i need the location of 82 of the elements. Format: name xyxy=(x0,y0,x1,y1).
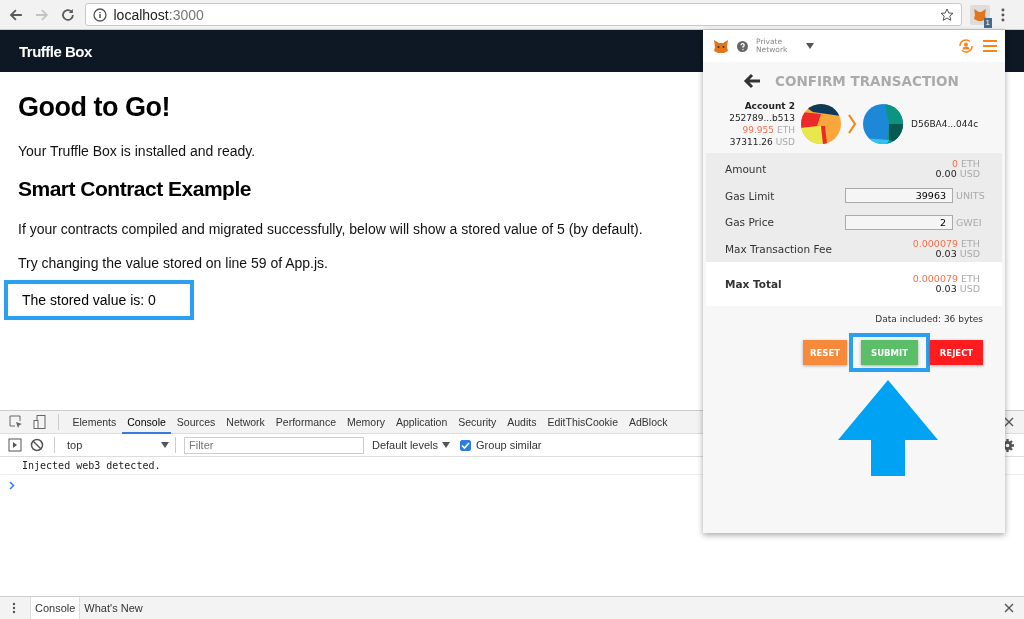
devtools-tab[interactable]: Security xyxy=(452,410,502,434)
checkbox[interactable] xyxy=(460,439,472,451)
chevron-icon xyxy=(847,113,857,134)
unit-label: ETH xyxy=(961,158,980,170)
close-icon[interactable] xyxy=(1004,417,1014,427)
stored-value-text: The stored value is: 0 xyxy=(4,280,194,320)
close-icon[interactable] xyxy=(1004,603,1014,613)
unit-label: GWEI xyxy=(956,216,980,228)
drawer-tab[interactable]: What's New xyxy=(80,597,147,619)
unit-label: ETH xyxy=(961,237,980,249)
devtools-tab[interactable]: Application xyxy=(390,410,453,434)
devtools-tab[interactable]: Performance xyxy=(270,410,342,434)
field-label: Max Total xyxy=(725,278,782,290)
paragraph: Try changing the value stored on line 59 of App.js. xyxy=(18,254,328,272)
devtools-tab[interactable]: Sources xyxy=(171,410,221,434)
reject-button[interactable]: REJECT xyxy=(930,340,983,365)
check-icon xyxy=(461,440,471,450)
brand-title[interactable]: Truffle Box xyxy=(19,42,92,60)
context-dropdown[interactable]: top xyxy=(63,439,173,451)
account-address: 252789...b513 xyxy=(728,111,795,124)
devtools-tab[interactable]: Memory xyxy=(341,410,391,434)
device-icon[interactable] xyxy=(32,414,48,430)
data-note: Data included: 36 bytes xyxy=(874,313,984,324)
devtools-tab[interactable]: Console xyxy=(121,410,172,434)
back-arrow-icon[interactable] xyxy=(743,73,761,89)
field-label: Amount xyxy=(725,163,767,176)
paragraph: If your contracts compiled and migrated successfully, below will show a stored value of 5 (by default). xyxy=(18,220,643,238)
account-switch-icon[interactable] xyxy=(957,38,975,54)
number-field[interactable]: 39963 xyxy=(845,188,953,204)
eth-amount: 0.000079 xyxy=(912,237,959,249)
devtools-tab[interactable]: AdBlock xyxy=(623,410,674,434)
info-icon xyxy=(93,7,108,22)
unit-label: USD xyxy=(959,283,980,294)
star-icon[interactable] xyxy=(940,7,955,22)
usd-amount: 0.03 xyxy=(935,283,957,294)
prompt-icon[interactable] xyxy=(9,481,15,490)
up-arrow-icon xyxy=(838,380,938,476)
intro-text: Your Truffle Box is installed and ready. xyxy=(18,142,256,160)
popup-title: CONFIRM TRANSACTION xyxy=(775,73,959,89)
identicon-drawing xyxy=(863,103,903,144)
url-text: localhost:3000 xyxy=(113,6,204,23)
section-heading: Smart Contract Example xyxy=(18,176,251,202)
recipient-address: D56BA4...044c xyxy=(911,118,979,129)
field-label: Gas Price xyxy=(725,216,774,229)
field-label: Max Transaction Fee xyxy=(725,242,832,255)
help-icon[interactable] xyxy=(737,40,748,52)
field-label: Gas Limit xyxy=(725,189,775,202)
unit-label: USD xyxy=(775,136,795,147)
account-name: Account 2 xyxy=(743,99,795,112)
unit-label: USD xyxy=(959,247,980,259)
usd-amount: 0.00 xyxy=(935,168,957,180)
eth-amount: 0 xyxy=(952,158,959,170)
checkbox-label: Group similar xyxy=(476,439,542,451)
more-icon[interactable] xyxy=(12,602,16,614)
usd-amount: 0.03 xyxy=(935,247,957,259)
identicon-drawing xyxy=(801,103,841,144)
devtools-tab[interactable]: EditThisCookie xyxy=(541,410,624,434)
reload-icon[interactable] xyxy=(59,6,76,23)
console-message: Injected web3 detected. xyxy=(22,460,161,471)
devtools-tab[interactable]: Network xyxy=(220,410,271,434)
filter-field[interactable]: Filter xyxy=(184,436,364,454)
devtools-tab[interactable]: Elements xyxy=(67,410,122,434)
fox-icon xyxy=(713,38,729,54)
extension-button[interactable]: 1 xyxy=(970,4,991,25)
sidebar-toggle-icon[interactable] xyxy=(8,438,22,452)
menu-icon[interactable] xyxy=(1000,6,1006,23)
page-heading: Good to Go! xyxy=(18,91,170,124)
clear-icon[interactable] xyxy=(30,438,44,452)
unit-label: ETH xyxy=(961,273,980,284)
notification-badge: 1 xyxy=(983,17,993,28)
drawer-tab[interactable]: Console xyxy=(30,597,81,619)
usd-balance: 37311.26 xyxy=(729,136,773,147)
unit-label: ETH xyxy=(777,124,795,135)
eth-amount: 0.000079 xyxy=(912,273,959,284)
levels-dropdown[interactable]: Default levels xyxy=(372,439,451,451)
address-bar[interactable]: localhost:3000 xyxy=(85,3,963,26)
devtools-tab[interactable]: Audits xyxy=(501,410,542,434)
fox-icon xyxy=(973,7,988,22)
unit-label: USD xyxy=(959,168,980,180)
eth-balance: 99.955 xyxy=(742,124,775,135)
number-field[interactable]: 2 xyxy=(845,214,953,230)
inspect-icon[interactable] xyxy=(8,414,24,430)
